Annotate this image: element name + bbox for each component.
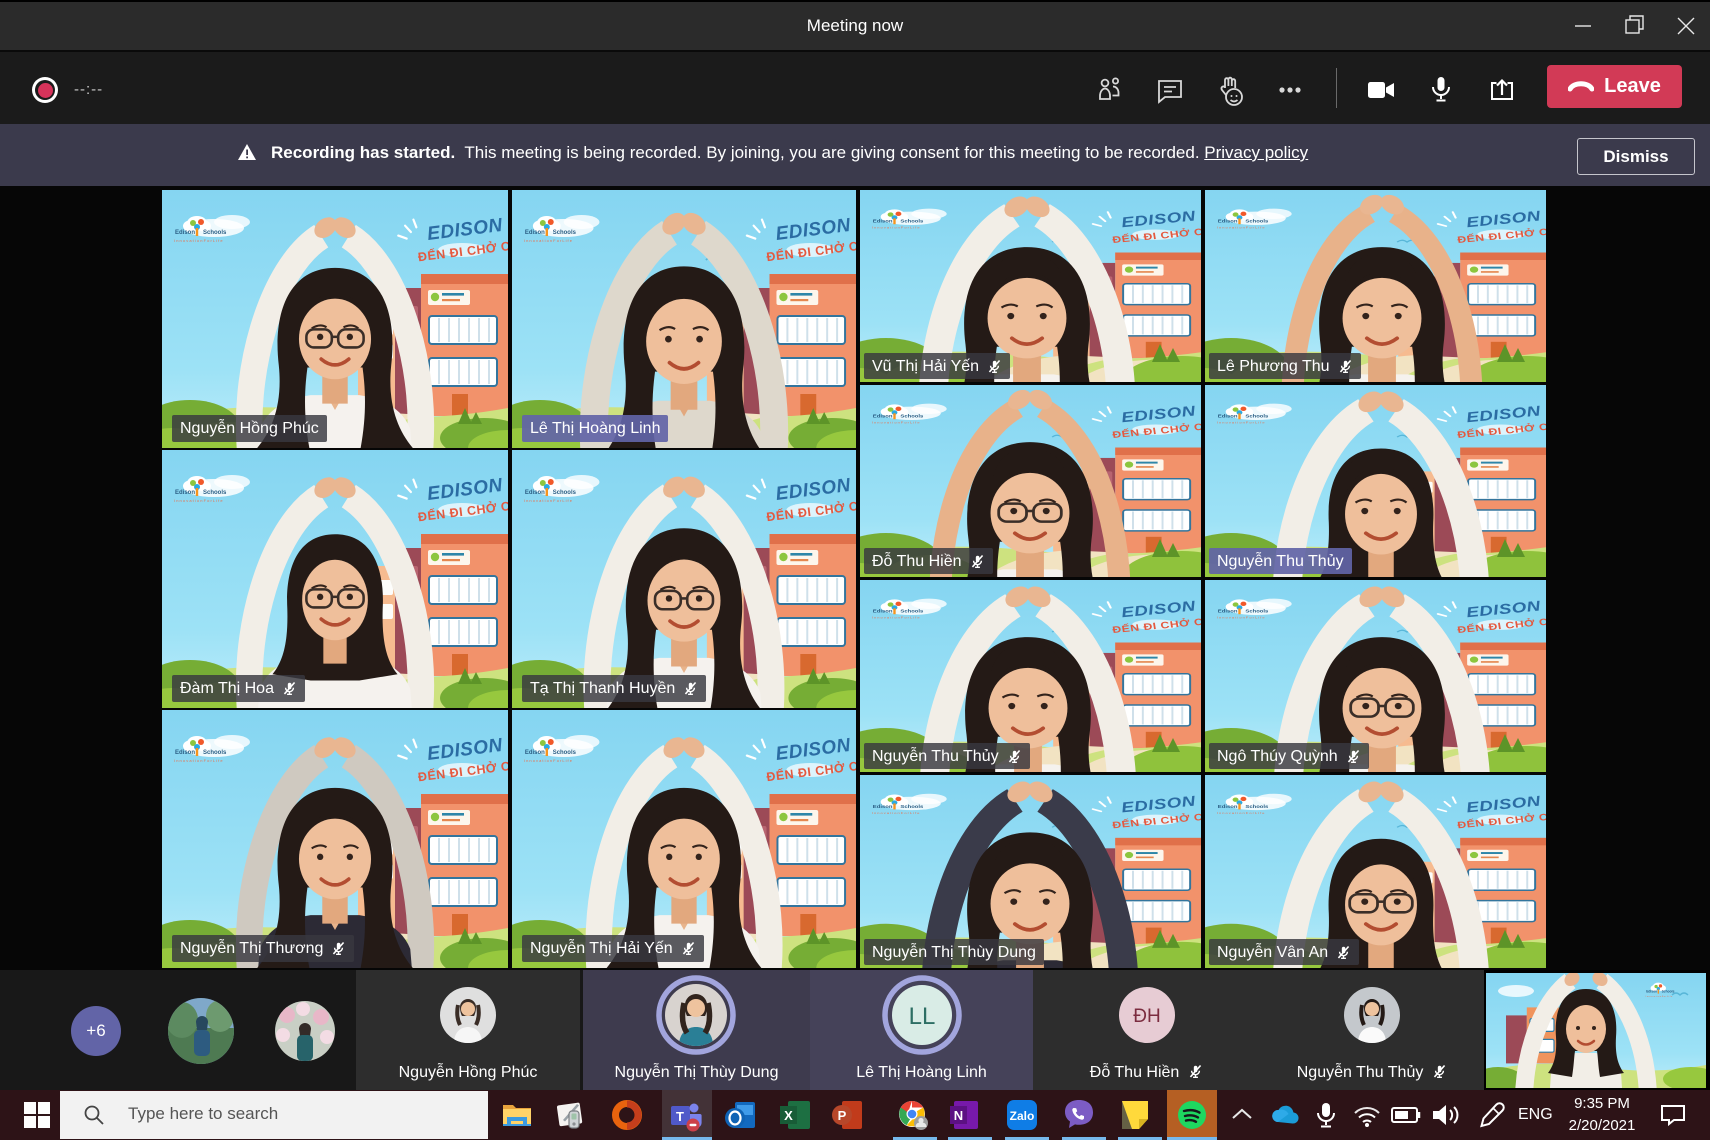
- svg-text:P: P: [838, 1108, 847, 1123]
- svg-text:N: N: [954, 1108, 963, 1123]
- svg-text:T: T: [676, 1109, 684, 1124]
- svg-text:LL: LL: [909, 1003, 936, 1030]
- svg-text:X: X: [784, 1108, 793, 1123]
- svg-text:Zalo: Zalo: [1010, 1109, 1035, 1123]
- svg-text:ĐH: ĐH: [1133, 1006, 1160, 1027]
